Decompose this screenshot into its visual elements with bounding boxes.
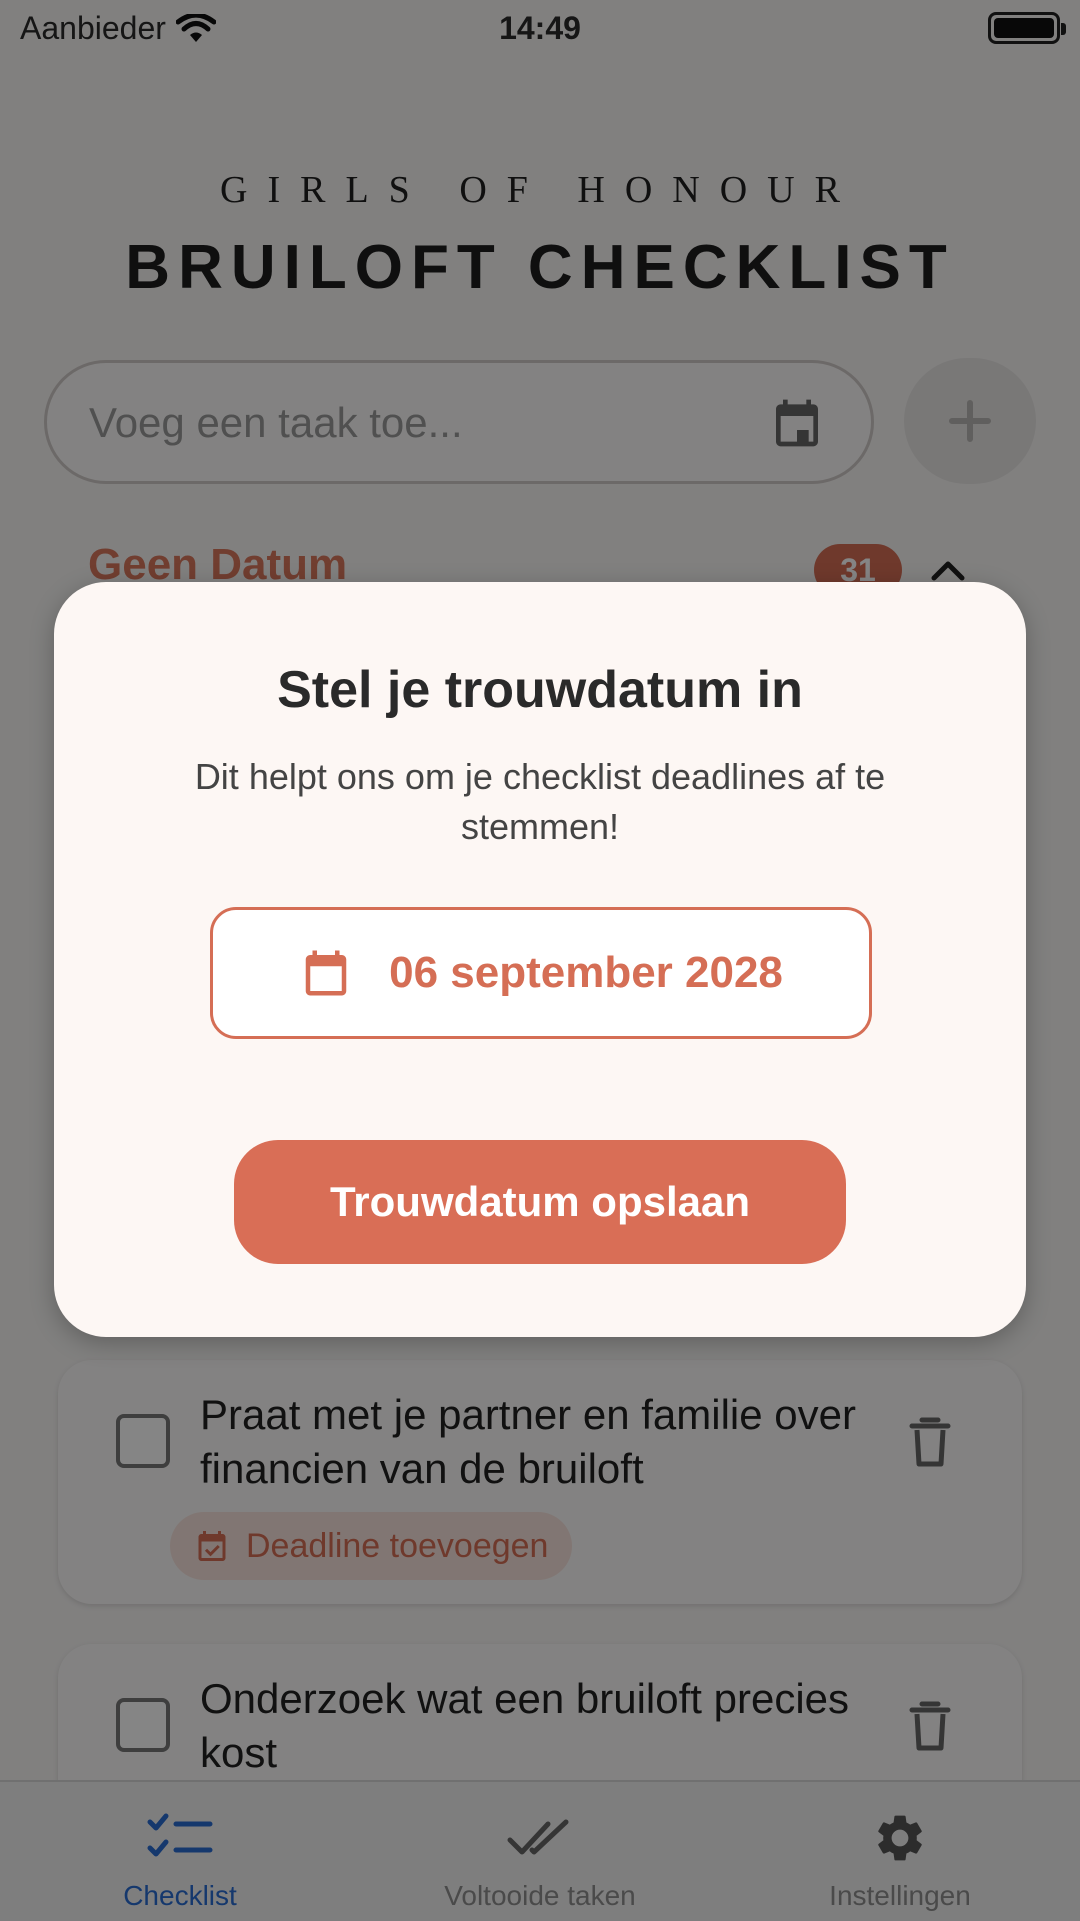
save-wedding-date-button[interactable]: Trouwdatum opslaan bbox=[234, 1140, 846, 1264]
calendar-icon bbox=[305, 950, 347, 996]
dialog-title: Stel je trouwdatum in bbox=[277, 661, 803, 719]
selected-date: 06 september 2028 bbox=[389, 948, 783, 997]
date-picker-button[interactable]: 06 september 2028 bbox=[210, 907, 872, 1039]
dialog-subtitle: Dit helpt ons om je checklist deadlines … bbox=[194, 756, 886, 847]
